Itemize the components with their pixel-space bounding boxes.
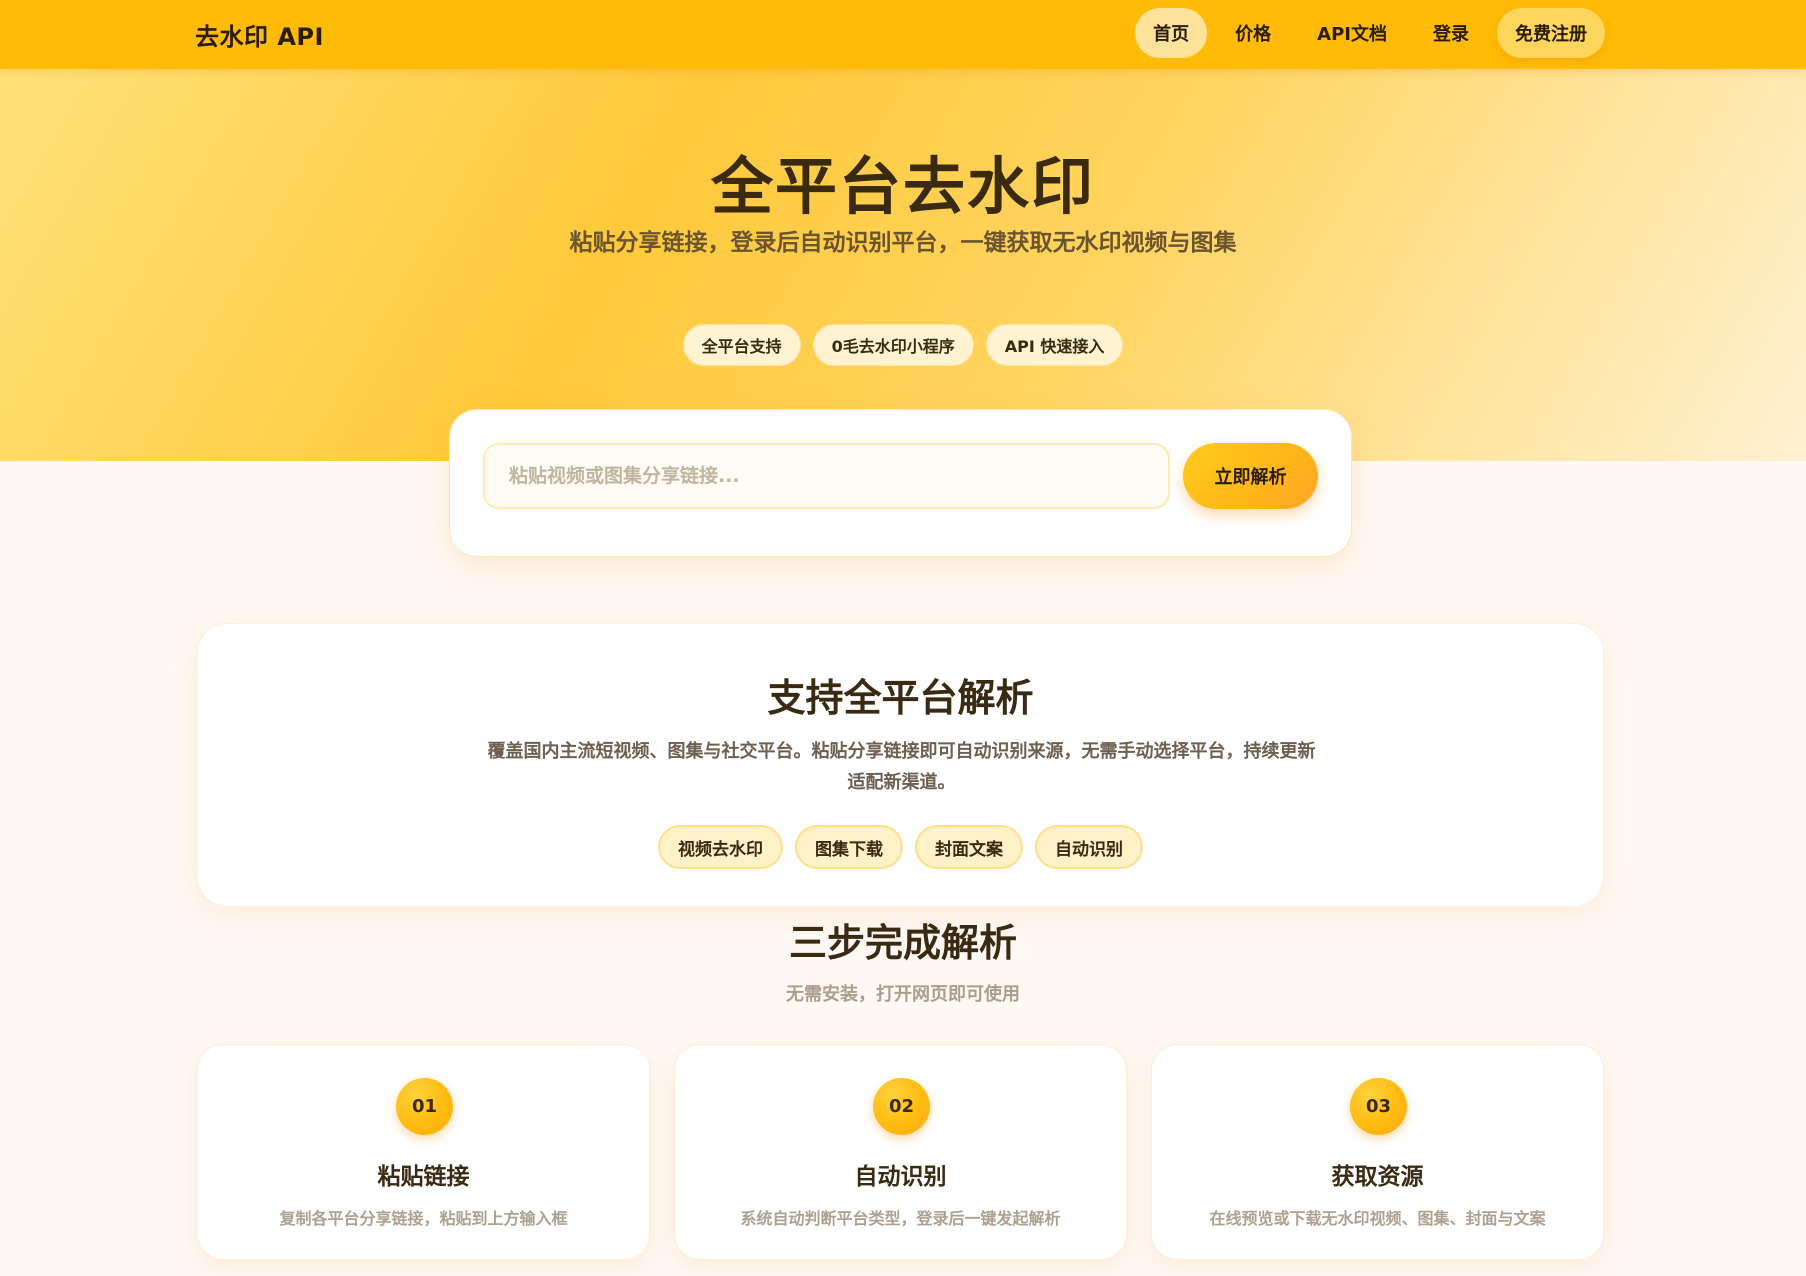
nav-api-docs-link[interactable]: API文档	[1299, 8, 1405, 58]
hero-section	[0, 69, 1806, 461]
parse-now-button[interactable]: 立即解析	[1183, 443, 1318, 509]
hero-tags: 全平台支持 0毛去水印小程序 API 快速接入	[0, 324, 1806, 366]
nav-pricing-link[interactable]: 价格	[1217, 8, 1289, 58]
platform-section-title: 支持全平台解析	[767, 676, 1034, 720]
step-number-badge: 02	[873, 1078, 930, 1135]
hero-tag: 全平台支持	[682, 324, 801, 366]
nav-signup-button[interactable]: 免费注册	[1497, 8, 1605, 58]
hero-title: 全平台去水印	[710, 150, 1095, 223]
feature-tag: 自动识别	[1035, 825, 1143, 869]
hero-tag: 0毛去水印小程序	[812, 324, 974, 366]
step-title: 自动识别	[854, 1164, 947, 1190]
nav-home-link[interactable]: 首页	[1135, 8, 1208, 58]
feature-tags: 视频去水印 图集下载 封面文案 自动识别	[198, 825, 1603, 869]
step-card: 02 自动识别 系统自动判断平台类型，登录后一键发起解析	[674, 1044, 1127, 1260]
feature-tag: 视频去水印	[658, 825, 783, 869]
step-description: 复制各平台分享链接，粘贴到上方输入框	[279, 1209, 568, 1228]
step-number-badge: 03	[1350, 1078, 1407, 1135]
platform-description: 覆盖国内主流短视频、图集与社交平台。粘贴分享链接即可自动识别来源，无需手动选择平…	[487, 741, 1316, 793]
step-title: 粘贴链接	[377, 1164, 470, 1190]
feature-tag: 图集下载	[795, 825, 903, 869]
feature-tag: 封面文案	[915, 825, 1023, 869]
nav-links: 首页 价格 API文档 登录 免费注册	[1135, 8, 1605, 58]
step-description: 在线预览或下载无水印视频、图集、封面与文案	[1209, 1209, 1546, 1228]
share-link-input[interactable]	[483, 443, 1170, 509]
step-title: 获取资源	[1331, 1164, 1424, 1190]
nav-login-link[interactable]: 登录	[1415, 8, 1487, 58]
platform-support-card: 支持全平台解析 覆盖国内主流短视频、图集与社交平台。粘贴分享链接即可自动识别来源…	[197, 623, 1604, 907]
hero-tag: API 快速接入	[985, 324, 1124, 366]
top-navbar: 去水印 API 首页 价格 API文档 登录 免费注册	[0, 0, 1806, 69]
link-parse-card: 立即解析	[449, 409, 1352, 557]
step-description: 系统自动判断平台类型，登录后一键发起解析	[740, 1209, 1061, 1228]
steps-section-title: 三步完成解析	[788, 921, 1017, 965]
step-card: 01 粘贴链接 复制各平台分享链接，粘贴到上方输入框	[197, 1044, 650, 1260]
step-number-badge: 01	[396, 1078, 453, 1135]
hero-subtitle: 粘贴分享链接，登录后自动识别平台，一键获取无水印视频与图集	[569, 230, 1237, 256]
brand-logo[interactable]: 去水印 API	[195, 17, 324, 52]
step-card: 03 获取资源 在线预览或下载无水印视频、图集、封面与文案	[1151, 1044, 1604, 1260]
steps-section-subtitle: 无需安装，打开网页即可使用	[786, 984, 1020, 1005]
